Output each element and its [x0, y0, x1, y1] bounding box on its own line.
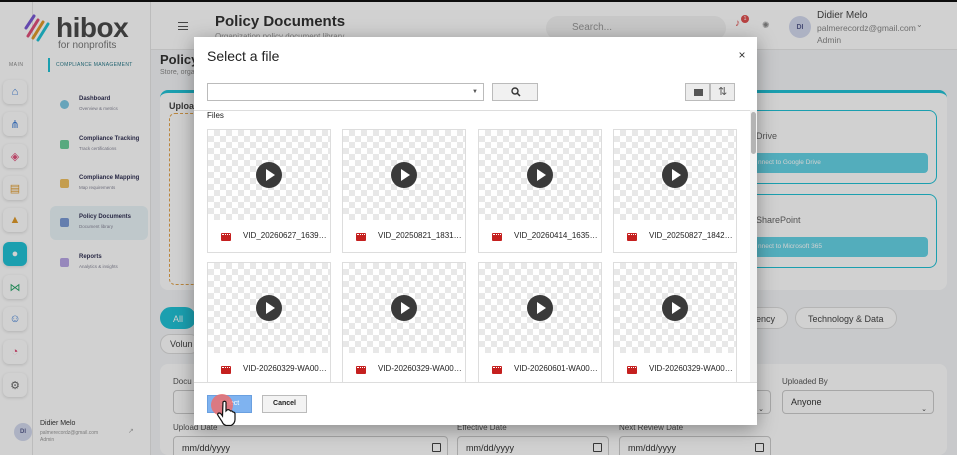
- file-name: VID-20260329-WA0015.mp4: [649, 364, 735, 373]
- file-name: VID_20260627_163958.mp4: [243, 231, 329, 240]
- video-file-icon: [627, 366, 637, 374]
- file-tile[interactable]: VID_20260627_163958.mp4: [207, 129, 331, 253]
- play-icon: [662, 295, 688, 321]
- list-view-icon: [694, 89, 703, 96]
- video-file-icon: [221, 366, 231, 374]
- cancel-button[interactable]: Cancel: [262, 395, 307, 413]
- file-name: VID-20260329-WA0012.mp4: [243, 364, 329, 373]
- play-icon: [662, 162, 688, 188]
- file-tile[interactable]: VID_20250827_184233.mp4: [613, 129, 737, 253]
- file-tile[interactable]: VID_20260414_163512.mp4: [478, 129, 602, 253]
- play-icon: [391, 162, 417, 188]
- play-icon: [527, 295, 553, 321]
- video-file-icon: [221, 233, 231, 241]
- file-tile[interactable]: VID-20260329-WA0015.mp4: [613, 262, 737, 382]
- video-file-icon: [356, 233, 366, 241]
- file-name: VID-20260329-WA0013.mp4: [378, 364, 464, 373]
- video-file-icon: [492, 366, 502, 374]
- video-thumbnail: [479, 263, 601, 353]
- video-thumbnail: [479, 130, 601, 220]
- files-section-label: Files: [207, 111, 224, 120]
- play-icon: [256, 295, 282, 321]
- scrollbar-thumb[interactable]: [751, 112, 756, 154]
- chevron-down-icon: ▼: [472, 89, 478, 95]
- dialog-title: Select a file: [207, 48, 280, 64]
- file-name: VID-20260601-WA0004.mp4: [514, 364, 600, 373]
- video-thumbnail: [614, 130, 736, 220]
- hand-cursor-icon: [217, 400, 236, 426]
- file-tile[interactable]: VID-20260601-WA0004.mp4: [478, 262, 602, 382]
- sort-icon: ⇅: [718, 86, 728, 98]
- play-icon: [391, 295, 417, 321]
- list-view-button[interactable]: [685, 83, 710, 101]
- video-thumbnail: [343, 263, 465, 353]
- file-search-button[interactable]: [492, 83, 538, 101]
- search-icon: [511, 87, 521, 97]
- file-grid-scrollbar[interactable]: [750, 110, 757, 382]
- video-thumbnail: [208, 130, 330, 220]
- play-icon: [527, 162, 553, 188]
- file-tile[interactable]: VID-20260329-WA0013.mp4: [342, 262, 466, 382]
- file-tile[interactable]: VID_20250821_183122.mp4: [342, 129, 466, 253]
- file-picker-dialog: Select a file × ▼ ⇅ Files VID_20260627_1…: [194, 37, 757, 425]
- folder-path-select[interactable]: ▼: [207, 83, 484, 101]
- dialog-divider: [194, 110, 757, 111]
- video-thumbnail: [343, 130, 465, 220]
- video-thumbnail: [614, 263, 736, 353]
- file-name: VID_20250821_183122.mp4: [378, 231, 464, 240]
- close-icon[interactable]: ×: [735, 48, 749, 62]
- file-grid: VID_20260627_163958.mp4 VID_20250821_183…: [194, 124, 750, 382]
- sort-button[interactable]: ⇅: [710, 83, 735, 101]
- file-name: VID_20260414_163512.mp4: [514, 231, 600, 240]
- video-file-icon: [627, 233, 637, 241]
- file-tile[interactable]: VID-20260329-WA0012.mp4: [207, 262, 331, 382]
- video-thumbnail: [208, 263, 330, 353]
- file-name: VID_20250827_184233.mp4: [649, 231, 735, 240]
- play-icon: [256, 162, 282, 188]
- dialog-footer-divider: [194, 382, 757, 383]
- video-file-icon: [492, 233, 502, 241]
- video-file-icon: [356, 366, 366, 374]
